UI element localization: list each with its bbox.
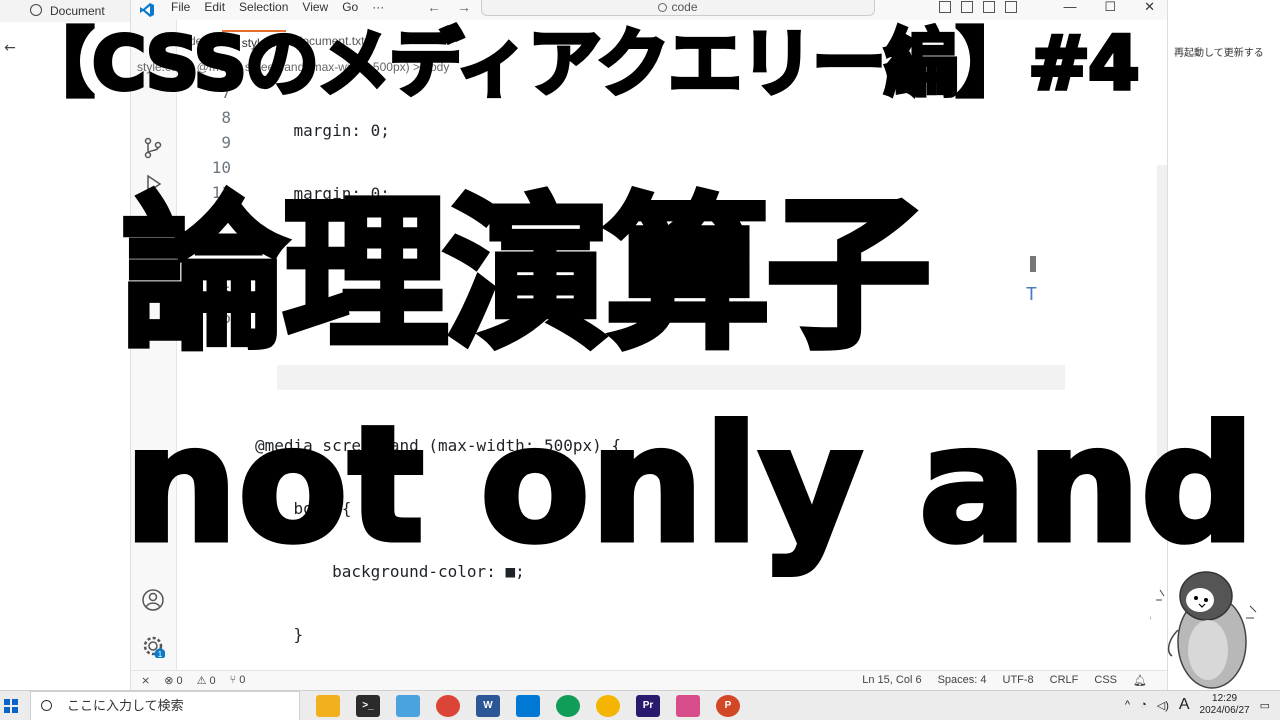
encoding[interactable]: UTF-8 <box>1003 674 1034 687</box>
notepad-icon[interactable] <box>396 695 420 717</box>
code-line: } <box>255 625 304 644</box>
warnings-count[interactable]: ⚠ 0 <box>197 674 216 687</box>
clock-time: 12:29 <box>1212 693 1238 704</box>
settings-gear-icon[interactable]: 1 <box>141 634 165 658</box>
toggle-sidebar-icon[interactable] <box>939 1 951 13</box>
search-icon <box>658 3 668 12</box>
line-number: 10 <box>211 158 231 177</box>
taskbar-search-placeholder: ここに入力して検索 <box>67 698 184 713</box>
scrollbar-thumb[interactable] <box>1030 256 1036 272</box>
minimize-icon[interactable]: — <box>1063 0 1076 14</box>
menu-selection[interactable]: Selection <box>239 0 288 14</box>
menu-more[interactable]: ··· <box>372 0 384 14</box>
indentation[interactable]: Spaces: 4 <box>938 674 987 687</box>
search-icon <box>41 700 52 711</box>
windows-taskbar: ここに入力して検索 >_ W Pr P ^ ◔ ◁) A 12:29 2024/… <box>0 690 1280 720</box>
menu-bar: File Edit Selection View Go ··· <box>171 0 384 14</box>
layout-controls <box>939 1 1017 13</box>
settings-badge: 1 <box>158 650 163 658</box>
chrome-profile-3-icon[interactable] <box>596 695 620 717</box>
customize-layout-icon[interactable] <box>1005 1 1017 13</box>
clock[interactable]: 12:29 2024/06/27 <box>1200 693 1250 717</box>
topic-heading: 論理演算子 <box>119 179 934 371</box>
ports-count[interactable]: ⑂ 0 <box>230 674 246 687</box>
text-cursor-icon: T <box>1026 284 1037 305</box>
menu-edit[interactable]: Edit <box>204 0 225 14</box>
menu-file[interactable]: File <box>171 0 190 14</box>
close-icon[interactable]: ✕ <box>1144 0 1155 14</box>
premiere-icon[interactable]: Pr <box>636 695 660 717</box>
chrome-icon[interactable] <box>436 695 460 717</box>
code-line: margin: 0; <box>255 121 390 140</box>
toggle-secondary-sidebar-icon[interactable] <box>983 1 995 13</box>
photos-icon[interactable] <box>676 695 700 717</box>
operator-keywords: not only and <box>121 391 1257 578</box>
window-controls: — ☐ ✕ <box>1063 0 1155 14</box>
video-title: 【CSSのメディアクエリー編】#4 <box>18 19 1142 109</box>
command-center-label: code <box>671 0 698 14</box>
remote-icon[interactable]: ⨯ <box>141 674 150 687</box>
powerpoint-icon[interactable]: P <box>716 695 740 717</box>
toggle-panel-icon[interactable] <box>961 1 973 13</box>
word-icon[interactable]: W <box>476 695 500 717</box>
volume-icon[interactable]: ◁) <box>1157 699 1169 712</box>
taskbar-search[interactable]: ここに入力して検索 <box>30 691 300 720</box>
ime-indicator[interactable]: A <box>1179 696 1190 714</box>
notification-center-icon[interactable]: ▭ <box>1260 699 1270 712</box>
clock-date: 2024/06/27 <box>1199 705 1250 716</box>
back-arrow-icon[interactable]: ← <box>0 40 20 60</box>
notifications-bell-icon[interactable]: 🔔︎ <box>1133 674 1147 687</box>
menu-view[interactable]: View <box>302 0 328 14</box>
code-editor[interactable]: 7 8 9 10 11 12 13 14 15 16 margin: 0; ma… <box>177 80 1147 707</box>
menu-go[interactable]: Go <box>342 0 358 14</box>
taskbar-apps: >_ W Pr P <box>316 695 740 717</box>
cursor-position[interactable]: Ln 15, Col 6 <box>862 674 921 687</box>
nav-arrows[interactable]: ←→ <box>427 0 487 14</box>
source-control-icon[interactable] <box>141 136 165 160</box>
network-icon[interactable]: ◔ <box>1140 699 1147 711</box>
penguin-mascot-icon <box>1150 571 1257 689</box>
maximize-icon[interactable]: ☐ <box>1104 0 1116 14</box>
vscode-taskbar-icon[interactable] <box>516 695 540 717</box>
line-ending[interactable]: CRLF <box>1050 674 1079 687</box>
chrome-profile-2-icon[interactable] <box>556 695 580 717</box>
file-explorer-icon[interactable] <box>316 695 340 717</box>
line-number: 9 <box>221 133 231 152</box>
terminal-icon[interactable]: >_ <box>356 695 380 717</box>
status-bar: ⨯ ⊗ 0 ⚠ 0 ⑂ 0 Ln 15, Col 6 Spaces: 4 UTF… <box>131 670 1167 690</box>
language-mode[interactable]: CSS <box>1094 674 1117 687</box>
restart-update-text[interactable]: 再起動して更新する <box>1174 44 1264 59</box>
errors-count[interactable]: ⊗ 0 <box>164 674 182 687</box>
chevron-up-icon[interactable]: ^ <box>1125 699 1130 711</box>
account-icon[interactable] <box>141 588 165 612</box>
system-tray: ^ ◔ ◁) A 12:29 2024/06/27 ▭ <box>1125 693 1270 717</box>
start-button[interactable] <box>4 699 18 713</box>
